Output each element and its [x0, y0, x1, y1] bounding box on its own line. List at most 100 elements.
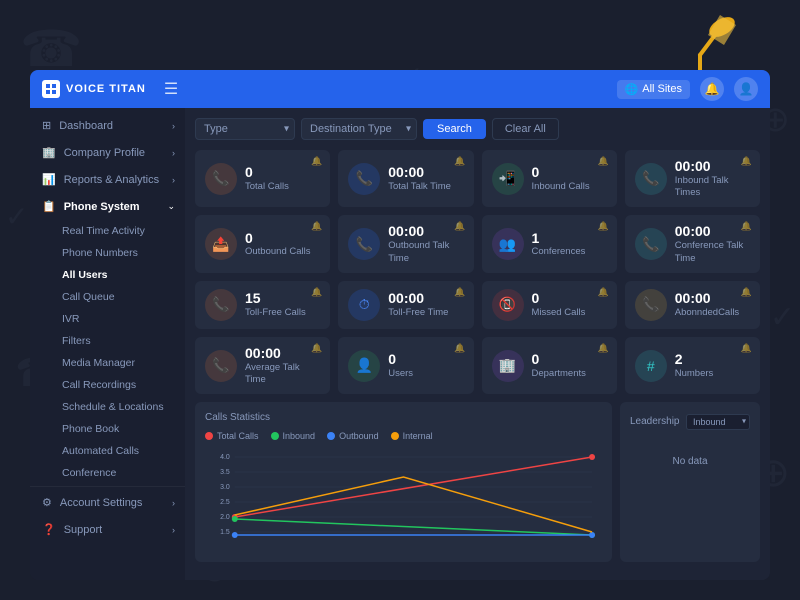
svg-text:2.0: 2.0 [220, 514, 230, 521]
destination-type-filter[interactable]: Destination Type [301, 118, 417, 140]
sidebar-support-label: Support [64, 524, 103, 536]
alert-icon: 🔔 [741, 287, 752, 298]
stat-toll-free-calls: 📞 15 Toll-Free Calls 🔔 [195, 281, 330, 329]
chart-title: Calls Statistics [205, 412, 602, 423]
missed-calls-label: Missed Calls [532, 307, 607, 319]
sidebar-sub-ivr[interactable]: IVR [62, 308, 185, 330]
total-talk-label: Total Talk Time [388, 181, 463, 193]
stat-total-talk-time: 📞 00:00 Total Talk Time 🔔 [338, 150, 473, 207]
numbers-icon: # [635, 350, 667, 382]
avg-talk-label: Average Talk Time [245, 362, 320, 387]
filter-bar: Type Destination Type Search Clear All [195, 118, 760, 140]
departments-label: Departments [532, 368, 607, 380]
sidebar-sub-phone-numbers[interactable]: Phone Numbers [62, 242, 185, 264]
sidebar-sub-automated-calls[interactable]: Automated Calls [62, 440, 185, 462]
user-icon: 👤 [739, 82, 754, 96]
numbers-label: Numbers [675, 368, 750, 380]
conf-talk-label: Conference Talk Time [675, 240, 750, 265]
sidebar-item-support[interactable]: ❓ Support › [30, 516, 185, 543]
abonnded-value: 00:00 [675, 290, 750, 307]
stats-row-3: 📞 15 Toll-Free Calls 🔔 ⏱ 00:00 Toll-Free… [195, 281, 760, 329]
chevron-icon: › [172, 525, 175, 535]
abonnded-label: AbonndedCalls [675, 307, 750, 319]
svg-text:1.5: 1.5 [220, 529, 230, 536]
conf-talk-value: 00:00 [675, 223, 750, 240]
outbound-calls-icon: 📤 [205, 228, 237, 260]
sidebar-sub-media-manager[interactable]: Media Manager [62, 352, 185, 374]
sidebar-sub-filters[interactable]: Filters [62, 330, 185, 352]
chevron-down-icon: ⌄ [167, 201, 175, 212]
stat-inbound-calls: 📲 0 Inbound Calls 🔔 [482, 150, 617, 207]
notifications-button[interactable]: 🔔 [700, 77, 724, 101]
sidebar-item-company-profile[interactable]: 🏢 Company Profile › [30, 139, 185, 166]
inbound-calls-label: Inbound Calls [532, 181, 607, 193]
inbound-calls-value: 0 [532, 164, 607, 181]
toll-free-icon: 📞 [205, 289, 237, 321]
sidebar-company-label: Company Profile [64, 147, 145, 159]
stat-outbound-calls: 📤 0 Outbound Calls 🔔 [195, 215, 330, 272]
legend-total-calls: Total Calls [205, 431, 259, 441]
users-icon: 👤 [348, 350, 380, 382]
sidebar-sub-all-users[interactable]: All Users [62, 264, 185, 286]
sidebar-sub-phone-book[interactable]: Phone Book [62, 418, 185, 440]
outbound-talk-value: 00:00 [388, 223, 463, 240]
toll-free-time-icon: ⏱ [348, 289, 380, 321]
sidebar-sub-real-time[interactable]: Real Time Activity [62, 220, 185, 242]
legend-outbound: Outbound [327, 431, 379, 441]
alert-icon: 🔔 [741, 343, 752, 354]
alert-icon: 🔔 [741, 221, 752, 232]
type-filter-wrap: Type [195, 118, 295, 140]
sidebar-account-label: Account Settings [60, 497, 143, 509]
alert-icon: 🔔 [598, 287, 609, 298]
outbound-talk-label: Outbound Talk Time [388, 240, 463, 265]
sidebar-item-reports[interactable]: 📊 Reports & Analytics › [30, 166, 185, 193]
leadership-select-wrap: Inbound Outbound [686, 412, 750, 430]
sidebar-item-dashboard-label: Dashboard [59, 120, 113, 132]
missed-calls-value: 0 [532, 290, 607, 307]
top-bar: VOICE TITAN ☰ 🌐 All Sites 🔔 👤 [30, 70, 770, 108]
conferences-icon: 👥 [492, 228, 524, 260]
alert-icon: 🔔 [311, 156, 322, 167]
sidebar-submenu: Real Time Activity Phone Numbers All Use… [30, 220, 185, 484]
chevron-icon: › [172, 175, 175, 185]
alert-icon: 🔔 [454, 221, 465, 232]
conferences-label: Conferences [532, 246, 607, 258]
users-value: 0 [388, 351, 463, 368]
stat-inbound-talk-times: 📞 00:00 Inbound Talk Times 🔔 [625, 150, 760, 207]
menu-button[interactable]: ☰ [164, 79, 178, 99]
sidebar-item-account-settings[interactable]: ⚙ Account Settings › [30, 489, 185, 516]
svg-text:3.0: 3.0 [220, 484, 230, 491]
chart-svg: 4.0 3.5 3.0 2.5 2.0 1.5 [205, 447, 602, 547]
sidebar-sub-call-recordings[interactable]: Call Recordings [62, 374, 185, 396]
sidebar-sub-conference[interactable]: Conference [62, 462, 185, 484]
abonnded-icon: 📞 [635, 289, 667, 321]
conf-talk-icon: 📞 [635, 228, 667, 260]
leadership-select[interactable]: Inbound Outbound [686, 414, 750, 430]
sidebar-item-phone-system[interactable]: 📋 Phone System ⌄ [30, 193, 185, 220]
leadership-title: Leadership [630, 416, 679, 427]
alert-icon: 🔔 [311, 287, 322, 298]
stat-outbound-talk-time: 📞 00:00 Outbound Talk Time 🔔 [338, 215, 473, 272]
main-content: Type Destination Type Search Clear All 📞… [185, 108, 770, 580]
stat-numbers: # 2 Numbers 🔔 [625, 337, 760, 394]
app-title-label: VOICE TITAN [66, 83, 146, 95]
sidebar-reports-label: Reports & Analytics [64, 174, 159, 186]
talk-time-icon: 📞 [348, 163, 380, 195]
sidebar-sub-schedule[interactable]: Schedule & Locations [62, 396, 185, 418]
stat-avg-talk-time: 📞 00:00 Average Talk Time 🔔 [195, 337, 330, 394]
stat-users: 👤 0 Users 🔔 [338, 337, 473, 394]
user-button[interactable]: 👤 [734, 77, 758, 101]
no-data-label: No data [630, 436, 750, 487]
all-sites-button[interactable]: 🌐 All Sites [617, 80, 690, 99]
avg-talk-icon: 📞 [205, 350, 237, 382]
leadership-panel: Leadership Inbound Outbound No data [620, 402, 760, 562]
alert-icon: 🔔 [598, 221, 609, 232]
type-filter[interactable]: Type [195, 118, 295, 140]
clear-all-button[interactable]: Clear All [492, 118, 559, 140]
search-button[interactable]: Search [423, 119, 486, 139]
stat-toll-free-time: ⏱ 00:00 Toll-Free Time 🔔 [338, 281, 473, 329]
alert-icon: 🔔 [311, 343, 322, 354]
alert-icon: 🔔 [311, 221, 322, 232]
sidebar-sub-call-queue[interactable]: Call Queue [62, 286, 185, 308]
sidebar-item-dashboard[interactable]: ⊞ Dashboard › [30, 112, 185, 139]
